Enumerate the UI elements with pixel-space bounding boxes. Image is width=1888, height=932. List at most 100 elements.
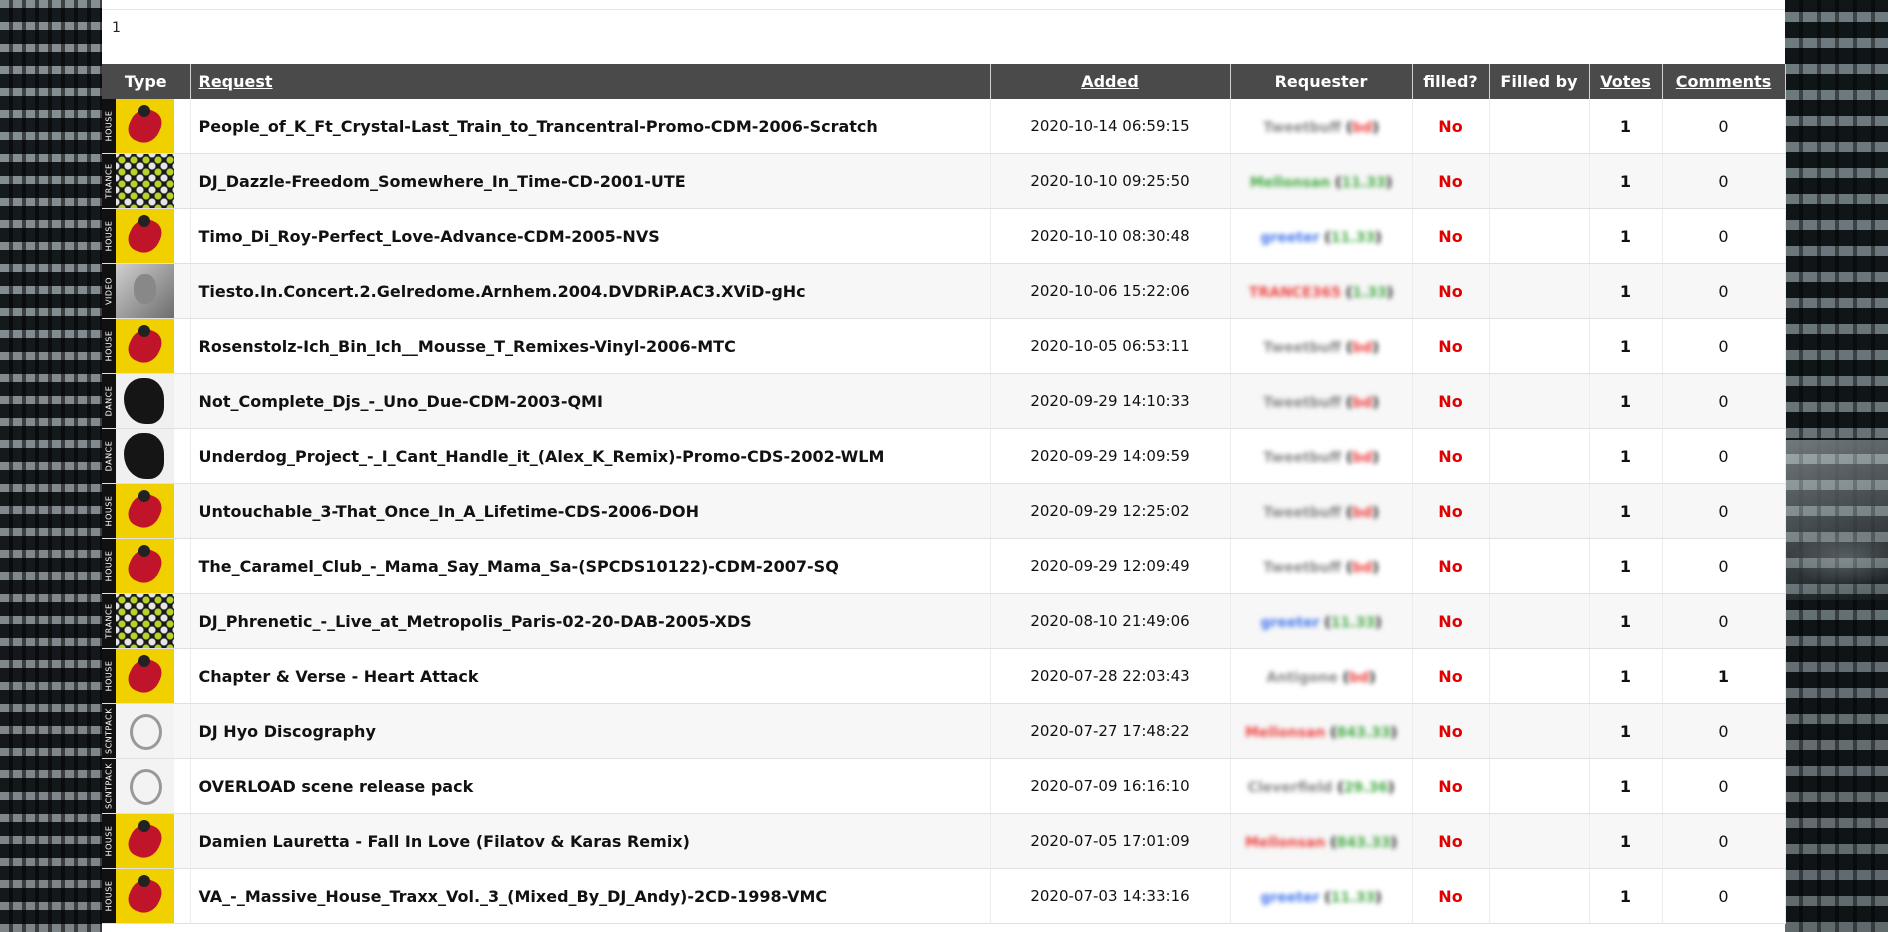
comments-count[interactable]: 0 [1662,703,1786,759]
request-link[interactable]: OVERLOAD scene release pack [190,758,991,814]
votes-count[interactable]: 1 [1589,318,1663,374]
requester-cell[interactable]: greeter (11.33) [1230,208,1413,264]
votes-count[interactable]: 1 [1589,208,1663,264]
type-cell[interactable]: DANCE [102,373,191,429]
comments-count[interactable]: 0 [1662,593,1786,649]
comments-count[interactable]: 0 [1662,868,1786,924]
type-cell[interactable]: HOUSE [102,99,191,154]
type-cell[interactable]: HOUSE [102,538,191,594]
comments-count[interactable]: 1 [1662,648,1786,704]
requester-name[interactable]: Tweetbuff (bd) [1263,560,1379,576]
category-thumbnail[interactable]: VIDEO [102,264,174,318]
comments-count[interactable]: 0 [1662,263,1786,319]
comments-count[interactable]: 0 [1662,373,1786,429]
category-thumbnail[interactable]: DANCE [102,374,174,428]
type-cell[interactable]: HOUSE [102,868,191,924]
type-cell[interactable]: HOUSE [102,483,191,539]
type-cell[interactable]: DANCE [102,428,191,484]
requester-cell[interactable]: Tweetbuff (bd) [1230,318,1413,374]
requester-name[interactable]: greeter (11.33) [1261,615,1382,631]
requester-cell[interactable]: Tweetbuff (bd) [1230,373,1413,429]
sort-comments-link[interactable]: Comments [1676,72,1772,91]
request-link[interactable]: VA_-_Massive_House_Traxx_Vol._3_(Mixed_B… [190,868,991,924]
category-thumbnail[interactable]: HOUSE [102,484,174,538]
requester-name[interactable]: Tweetbuff (bd) [1263,505,1379,521]
votes-count[interactable]: 1 [1589,868,1663,924]
request-link[interactable]: Damien Lauretta - Fall In Love (Filatov … [190,813,991,869]
sort-added-link[interactable]: Added [1081,72,1139,91]
request-link[interactable]: Timo_Di_Roy-Perfect_Love-Advance-CDM-200… [190,208,991,264]
comments-count[interactable]: 0 [1662,99,1786,154]
category-thumbnail[interactable]: HOUSE [102,99,174,153]
category-thumbnail[interactable]: SCNTPACK [102,704,174,758]
comments-count[interactable]: 0 [1662,153,1786,209]
comments-count[interactable]: 0 [1662,208,1786,264]
request-link[interactable]: DJ_Dazzle-Freedom_Somewhere_In_Time-CD-2… [190,153,991,209]
type-cell[interactable]: HOUSE [102,208,191,264]
type-cell[interactable]: SCNTPACK [102,758,191,814]
votes-count[interactable]: 1 [1589,373,1663,429]
col-votes[interactable]: Votes [1589,64,1663,99]
request-link[interactable]: Underdog_Project_-_I_Cant_Handle_it_(Ale… [190,428,991,484]
requester-cell[interactable]: TRANCE365 (1.33) [1230,263,1413,319]
comments-count[interactable]: 0 [1662,318,1786,374]
request-link[interactable]: Tiesto.In.Concert.2.Gelredome.Arnhem.200… [190,263,991,319]
category-thumbnail[interactable]: DANCE [102,429,174,483]
sort-request-link[interactable]: Request [199,72,273,91]
requester-name[interactable]: Tweetbuff (bd) [1263,340,1379,356]
type-cell[interactable]: HOUSE [102,813,191,869]
comments-count[interactable]: 0 [1662,428,1786,484]
request-link[interactable]: Rosenstolz-Ich_Bin_Ich__Mousse_T_Remixes… [190,318,991,374]
votes-count[interactable]: 1 [1589,483,1663,539]
col-added[interactable]: Added [990,64,1231,99]
category-thumbnail[interactable]: HOUSE [102,209,174,263]
request-link[interactable]: Not_Complete_Djs_-_Uno_Due-CDM-2003-QMI [190,373,991,429]
requester-cell[interactable]: Antigone (bd) [1230,648,1413,704]
requester-cell[interactable]: greeter (11.33) [1230,593,1413,649]
requester-cell[interactable]: Mellonsan (843.33) [1230,813,1413,869]
category-thumbnail[interactable]: HOUSE [102,539,174,593]
category-thumbnail[interactable]: SCNTPACK [102,759,174,813]
comments-count[interactable]: 0 [1662,538,1786,594]
requester-name[interactable]: Mellonsan (843.33) [1245,725,1397,741]
requester-name[interactable]: Tweetbuff (bd) [1263,120,1379,136]
requester-name[interactable]: Tweetbuff (bd) [1263,395,1379,411]
page-number[interactable]: 1 [112,20,121,36]
requester-cell[interactable]: Tweetbuff (bd) [1230,99,1413,154]
votes-count[interactable]: 1 [1589,263,1663,319]
votes-count[interactable]: 1 [1589,153,1663,209]
comments-count[interactable]: 0 [1662,758,1786,814]
votes-count[interactable]: 1 [1589,703,1663,759]
requester-name[interactable]: greeter (11.33) [1261,890,1382,906]
requester-name[interactable]: Mellonsan (11.33) [1250,175,1392,191]
type-cell[interactable]: TRANCE [102,593,191,649]
request-link[interactable]: DJ Hyo Discography [190,703,991,759]
request-link[interactable]: Chapter & Verse - Heart Attack [190,648,991,704]
request-link[interactable]: The_Caramel_Club_-_Mama_Say_Mama_Sa-(SPC… [190,538,991,594]
requester-cell[interactable]: Cleverfield (29.36) [1230,758,1413,814]
requester-cell[interactable]: Mellonsan (843.33) [1230,703,1413,759]
votes-count[interactable]: 1 [1589,813,1663,869]
category-thumbnail[interactable]: HOUSE [102,869,174,923]
requester-name[interactable]: TRANCE365 (1.33) [1249,285,1393,301]
category-thumbnail[interactable]: TRANCE [102,594,174,648]
votes-count[interactable]: 1 [1589,99,1663,154]
col-comments[interactable]: Comments [1662,64,1786,99]
votes-count[interactable]: 1 [1589,428,1663,484]
comments-count[interactable]: 0 [1662,483,1786,539]
requester-cell[interactable]: greeter (11.33) [1230,868,1413,924]
col-request[interactable]: Request [190,64,991,99]
category-thumbnail[interactable]: HOUSE [102,319,174,373]
requester-name[interactable]: Mellonsan (843.33) [1245,835,1397,851]
type-cell[interactable]: VIDEO [102,263,191,319]
requester-cell[interactable]: Tweetbuff (bd) [1230,538,1413,594]
request-link[interactable]: Untouchable_3-That_Once_In_A_Lifetime-CD… [190,483,991,539]
requester-cell[interactable]: Tweetbuff (bd) [1230,428,1413,484]
type-cell[interactable]: TRANCE [102,153,191,209]
type-cell[interactable]: SCNTPACK [102,703,191,759]
type-cell[interactable]: HOUSE [102,318,191,374]
sort-votes-link[interactable]: Votes [1600,72,1651,91]
category-thumbnail[interactable]: HOUSE [102,814,174,868]
votes-count[interactable]: 1 [1589,648,1663,704]
type-cell[interactable]: HOUSE [102,648,191,704]
